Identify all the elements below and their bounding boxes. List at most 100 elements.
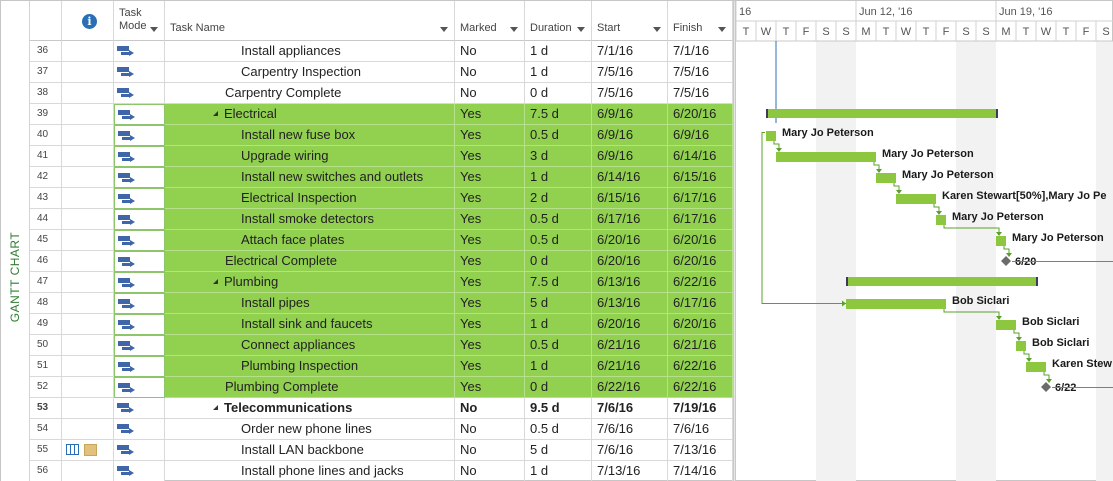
- indicators-cell[interactable]: [62, 461, 114, 481]
- task-mode-cell[interactable]: [114, 461, 165, 481]
- start-cell[interactable]: 7/6/16: [592, 419, 668, 440]
- marked-cell[interactable]: Yes: [455, 230, 525, 251]
- indicators-cell[interactable]: [62, 41, 114, 62]
- duration-cell[interactable]: 1 d: [525, 461, 592, 481]
- duration-header[interactable]: Duration: [525, 1, 592, 41]
- task-bar[interactable]: [936, 215, 946, 225]
- task-name-cell[interactable]: Attach face plates: [165, 230, 455, 251]
- task-name-cell[interactable]: Install sink and faucets: [165, 314, 455, 335]
- task-mode-cell[interactable]: [114, 41, 165, 62]
- start-cell[interactable]: 7/5/16: [592, 83, 668, 104]
- duration-cell[interactable]: 1 d: [525, 356, 592, 377]
- row-number[interactable]: 42: [30, 167, 62, 188]
- table-row[interactable]: 47 Plumbing Yes 7.5 d 6/13/16 6/22/16: [30, 272, 733, 293]
- indicators-cell[interactable]: [62, 125, 114, 146]
- task-mode-cell[interactable]: [114, 377, 165, 398]
- indicators-cell[interactable]: [62, 209, 114, 230]
- finish-cell[interactable]: 6/20/16: [668, 230, 733, 251]
- table-row[interactable]: 43 Electrical Inspection Yes 2 d 6/15/16 6/17…: [30, 188, 733, 209]
- table-row[interactable]: 38 Carpentry Complete No 0 d 7/5/16 7/5/16: [30, 83, 733, 104]
- start-cell[interactable]: 6/20/16: [592, 314, 668, 335]
- task-bar[interactable]: [846, 299, 946, 309]
- task-name-cell[interactable]: Install new switches and outlets: [165, 167, 455, 188]
- duration-cell[interactable]: 2 d: [525, 188, 592, 209]
- marked-cell[interactable]: No: [455, 461, 525, 481]
- chevron-down-icon[interactable]: [150, 27, 158, 32]
- finish-cell[interactable]: 7/13/16: [668, 440, 733, 461]
- chevron-down-icon[interactable]: [510, 27, 518, 32]
- finish-cell[interactable]: 7/6/16: [668, 419, 733, 440]
- table-row[interactable]: 41 Upgrade wiring Yes 3 d 6/9/16 6/14/16: [30, 146, 733, 167]
- collapse-triangle-icon[interactable]: [213, 405, 218, 410]
- indicators-cell[interactable]: [62, 272, 114, 293]
- start-cell[interactable]: 6/21/16: [592, 335, 668, 356]
- finish-cell[interactable]: 6/20/16: [668, 104, 733, 125]
- note-icon[interactable]: [84, 444, 97, 456]
- finish-cell[interactable]: 6/14/16: [668, 146, 733, 167]
- table-row[interactable]: 39 Electrical Yes 7.5 d 6/9/16 6/20/16: [30, 104, 733, 125]
- duration-cell[interactable]: 0.5 d: [525, 209, 592, 230]
- indicators-cell[interactable]: [62, 62, 114, 83]
- start-cell[interactable]: 6/13/16: [592, 293, 668, 314]
- row-number[interactable]: 48: [30, 293, 62, 314]
- task-bar[interactable]: [776, 152, 876, 162]
- task-name-cell[interactable]: Install phone lines and jacks: [165, 461, 455, 481]
- finish-cell[interactable]: 6/20/16: [668, 314, 733, 335]
- task-mode-cell[interactable]: [114, 440, 165, 461]
- start-cell[interactable]: 6/9/16: [592, 146, 668, 167]
- row-number[interactable]: 47: [30, 272, 62, 293]
- task-mode-cell[interactable]: [114, 314, 165, 335]
- chevron-down-icon[interactable]: [718, 27, 726, 32]
- duration-cell[interactable]: 0.5 d: [525, 335, 592, 356]
- marked-cell[interactable]: Yes: [455, 125, 525, 146]
- row-number[interactable]: 51: [30, 356, 62, 377]
- row-number[interactable]: 40: [30, 125, 62, 146]
- task-mode-cell[interactable]: [114, 251, 165, 272]
- start-cell[interactable]: 6/17/16: [592, 209, 668, 230]
- table-row[interactable]: 44 Install smoke detectors Yes 0.5 d 6/17/16…: [30, 209, 733, 230]
- row-number[interactable]: 44: [30, 209, 62, 230]
- task-mode-cell[interactable]: [114, 230, 165, 251]
- finish-cell[interactable]: 6/17/16: [668, 188, 733, 209]
- task-mode-cell[interactable]: [114, 398, 165, 419]
- task-mode-header[interactable]: Task Mode: [114, 1, 165, 41]
- marked-cell[interactable]: Yes: [455, 188, 525, 209]
- task-name-cell[interactable]: Install new fuse box: [165, 125, 455, 146]
- marked-cell[interactable]: Yes: [455, 335, 525, 356]
- duration-cell[interactable]: 1 d: [525, 167, 592, 188]
- task-bar[interactable]: [896, 194, 936, 204]
- marked-cell[interactable]: No: [455, 440, 525, 461]
- chevron-down-icon[interactable]: [577, 27, 585, 32]
- row-number[interactable]: 45: [30, 230, 62, 251]
- task-mode-cell[interactable]: [114, 167, 165, 188]
- finish-cell[interactable]: 6/20/16: [668, 251, 733, 272]
- indicators-cell[interactable]: [62, 230, 114, 251]
- indicators-cell[interactable]: [62, 146, 114, 167]
- task-mode-cell[interactable]: [114, 209, 165, 230]
- duration-cell[interactable]: 1 d: [525, 314, 592, 335]
- start-cell[interactable]: 6/20/16: [592, 230, 668, 251]
- task-name-cell[interactable]: Order new phone lines: [165, 419, 455, 440]
- task-name-cell[interactable]: Electrical Complete: [165, 251, 455, 272]
- duration-cell[interactable]: 0.5 d: [525, 125, 592, 146]
- row-number[interactable]: 55: [30, 440, 62, 461]
- indicators-cell[interactable]: [62, 188, 114, 209]
- task-name-cell[interactable]: Install smoke detectors: [165, 209, 455, 230]
- finish-cell[interactable]: 7/5/16: [668, 62, 733, 83]
- indicators-cell[interactable]: [62, 104, 114, 125]
- start-cell[interactable]: 7/5/16: [592, 62, 668, 83]
- finish-cell[interactable]: 6/22/16: [668, 272, 733, 293]
- marked-cell[interactable]: Yes: [455, 251, 525, 272]
- row-number[interactable]: 49: [30, 314, 62, 335]
- marked-cell[interactable]: No: [455, 419, 525, 440]
- row-number[interactable]: 54: [30, 419, 62, 440]
- row-number[interactable]: 37: [30, 62, 62, 83]
- row-number[interactable]: 52: [30, 377, 62, 398]
- collapse-triangle-icon[interactable]: [213, 279, 218, 284]
- table-row[interactable]: 42 Install new switches and outlets Yes 1 d…: [30, 167, 733, 188]
- table-row[interactable]: 50 Connect appliances Yes 0.5 d 6/21/16 6/21/…: [30, 335, 733, 356]
- task-name-cell[interactable]: Carpentry Inspection: [165, 62, 455, 83]
- duration-cell[interactable]: 0 d: [525, 377, 592, 398]
- collapse-triangle-icon[interactable]: [213, 111, 218, 116]
- marked-cell[interactable]: No: [455, 83, 525, 104]
